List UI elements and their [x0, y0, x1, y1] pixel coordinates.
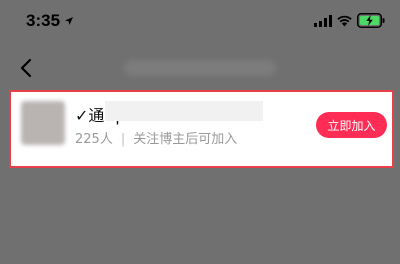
- cellular-signal-icon: [314, 15, 332, 27]
- location-arrow-icon: [65, 17, 73, 25]
- battery-charging-icon: [357, 13, 385, 28]
- member-count: 225人: [75, 132, 113, 147]
- status-bar: 3:35: [0, 0, 400, 42]
- wifi-icon: [337, 15, 352, 27]
- join-condition: 关注博主后可加入: [133, 132, 238, 147]
- screen: 3:35 ✓通 q 225人 | 关注博主后可加入 立即加入: [0, 0, 400, 264]
- nav-bar: [0, 46, 400, 90]
- chevron-left-icon[interactable]: [16, 56, 38, 80]
- status-time: 3:35: [26, 11, 61, 30]
- group-list-item[interactable]: ✓通 q 225人 | 关注博主后可加入 立即加入: [9, 90, 394, 168]
- redacted-name-overlay: [105, 101, 263, 121]
- blurred-page-title: [124, 60, 276, 76]
- join-now-button[interactable]: 立即加入: [316, 112, 387, 138]
- meta-separator: |: [120, 132, 126, 147]
- group-avatar: [21, 101, 65, 145]
- group-meta: 225人 | 关注博主后可加入: [75, 128, 237, 147]
